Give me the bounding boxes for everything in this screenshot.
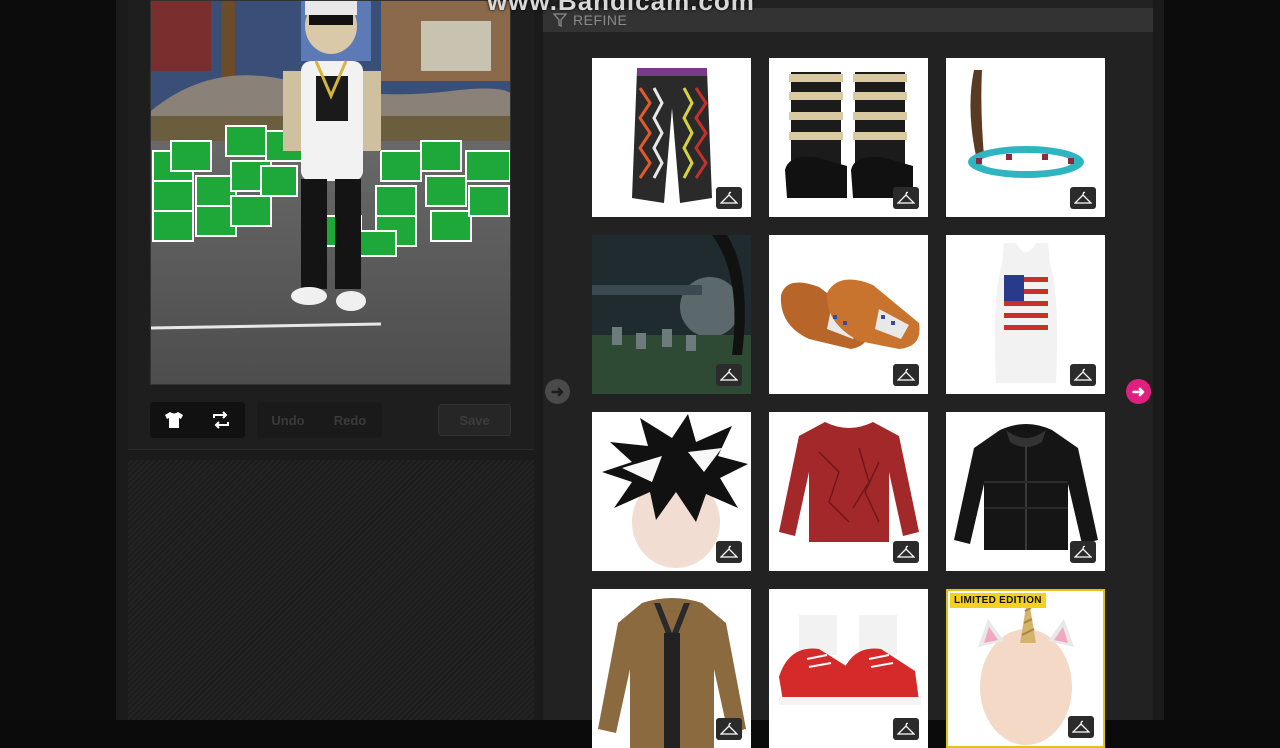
- item-tile-strapped-boots[interactable]: [769, 58, 928, 217]
- hanger-icon[interactable]: [1070, 541, 1096, 563]
- item-tile-black-puffer-jacket[interactable]: [946, 412, 1105, 571]
- item-tile-red-sneakers[interactable]: [769, 589, 928, 748]
- hanger-icon[interactable]: [893, 187, 919, 209]
- redo-button[interactable]: Redo: [319, 402, 381, 438]
- history-group: Undo Redo: [257, 402, 382, 438]
- arrow-right-icon: ➜: [1131, 383, 1146, 401]
- limited-edition-badge: LIMITED EDITION: [950, 593, 1046, 608]
- item-tile-brown-leather-jacket[interactable]: [592, 589, 751, 748]
- hanger-icon[interactable]: [1070, 187, 1096, 209]
- item-tile-patterned-pants[interactable]: [592, 58, 751, 217]
- item-tile-spiky-hair[interactable]: [592, 412, 751, 571]
- item-tile-flag-tank-top[interactable]: [946, 235, 1105, 394]
- item-tile-moccasins[interactable]: [769, 235, 928, 394]
- hanger-icon[interactable]: [893, 364, 919, 386]
- next-page-button[interactable]: ➜: [1126, 379, 1151, 404]
- watermark: www.Bandicam.com: [487, 0, 755, 16]
- item-tile-red-sweater[interactable]: [769, 412, 928, 571]
- rotate-icon: [212, 411, 229, 429]
- hanger-icon[interactable]: [716, 718, 742, 740]
- hanger-icon[interactable]: [716, 187, 742, 209]
- item-tile-feather-headband[interactable]: [946, 58, 1105, 217]
- item-tile-graveyard-background[interactable]: [592, 235, 751, 394]
- hanger-icon[interactable]: [716, 364, 742, 386]
- avatar-preview[interactable]: [150, 0, 511, 385]
- arrow-left-icon: ➜: [550, 383, 565, 401]
- hanger-icon[interactable]: [1068, 716, 1094, 738]
- shirt-icon: [164, 412, 183, 428]
- screen: Undo Redo Save REFINE www.Bandicam.com ➜…: [0, 0, 1280, 748]
- avatar-panel: Undo Redo Save: [128, 0, 534, 450]
- avatar-toolbar: Undo Redo Save: [150, 402, 512, 438]
- item-tile-unicorn-horn-ears[interactable]: LIMITED EDITION: [946, 589, 1105, 748]
- save-button[interactable]: Save: [438, 404, 511, 436]
- previous-page-button[interactable]: ➜: [545, 379, 570, 404]
- hanger-icon[interactable]: [716, 541, 742, 563]
- hanger-icon[interactable]: [893, 541, 919, 563]
- rotate-button[interactable]: [197, 402, 244, 438]
- view-toggle-group: [150, 402, 245, 438]
- hanger-icon[interactable]: [1070, 364, 1096, 386]
- undo-button[interactable]: Undo: [257, 402, 319, 438]
- avatar-scene-image: [151, 1, 510, 384]
- lower-left-panel: [128, 460, 534, 720]
- outfit-view-button[interactable]: [150, 402, 197, 438]
- hanger-icon[interactable]: [893, 718, 919, 740]
